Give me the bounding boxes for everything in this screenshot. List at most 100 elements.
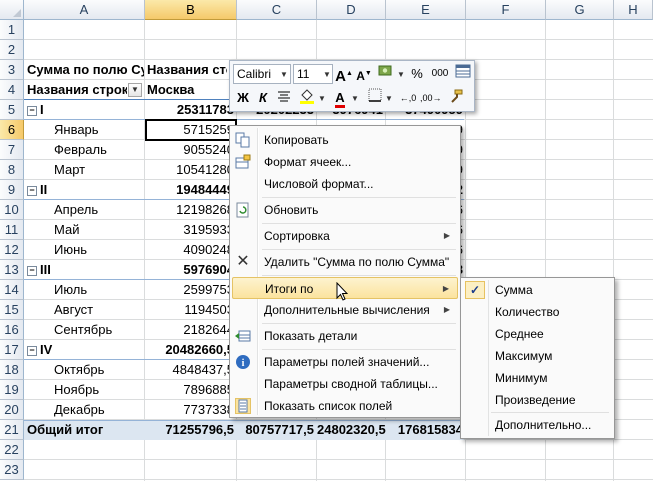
cell-b20[interactable]: 7737338	[145, 400, 237, 420]
submenu-item-more[interactable]: Дополнительно...	[463, 414, 612, 436]
grand-total-label[interactable]: Общий итог	[27, 420, 144, 440]
cell-b11[interactable]: 3195933	[145, 220, 237, 240]
cell-b14[interactable]: 2599753	[145, 280, 237, 300]
column-header-c[interactable]: C	[237, 0, 317, 20]
shrink-font-button[interactable]: A▼	[354, 64, 374, 84]
collapse-icon[interactable]: −	[27, 185, 37, 196]
cell-b13[interactable]: 5976904	[145, 260, 237, 280]
row-header[interactable]: 8	[0, 160, 24, 180]
group-row-4[interactable]: − IV	[27, 340, 144, 360]
cell-b19[interactable]: 7896885	[145, 380, 237, 400]
cell-b8[interactable]: 10541280	[145, 160, 237, 180]
month-label[interactable]: Апрель	[54, 200, 144, 220]
menu-item-value-field-settings[interactable]: i Параметры полей значений...	[232, 351, 458, 373]
cell-b16[interactable]: 2182644	[145, 320, 237, 340]
cell-b9[interactable]: 19484449	[145, 180, 237, 200]
cell-b7[interactable]: 9055240	[145, 140, 237, 160]
row-header[interactable]: 11	[0, 220, 24, 240]
chevron-down-icon[interactable]: ▼	[397, 70, 405, 79]
decrease-decimal-button[interactable]: ,00→	[420, 88, 442, 108]
menu-item-copy[interactable]: Копировать	[232, 129, 458, 151]
row-header[interactable]: 3	[0, 60, 24, 80]
row-header[interactable]: 4	[0, 80, 24, 100]
collapse-icon[interactable]: −	[27, 345, 37, 356]
row-header[interactable]: 5	[0, 100, 24, 120]
month-label[interactable]: Ноябрь	[54, 380, 144, 400]
increase-decimal-button[interactable]: ←,0	[398, 88, 418, 108]
cell-b12[interactable]: 4090248	[145, 240, 237, 260]
select-all-corner[interactable]	[0, 0, 24, 20]
month-label[interactable]: Июнь	[54, 240, 144, 260]
grow-font-button[interactable]: A▲	[334, 64, 354, 85]
row-filter-dropdown-icon[interactable]: ▼	[128, 83, 142, 97]
menu-item-refresh[interactable]: Обновить	[232, 199, 458, 221]
cell-b21[interactable]: 71255796,5	[145, 420, 237, 440]
month-label[interactable]: Июль	[54, 280, 144, 300]
column-header-a[interactable]: A	[24, 0, 145, 20]
month-label[interactable]: Октябрь	[54, 360, 144, 380]
menu-item-show-values-as[interactable]: Дополнительные вычисления ▶	[232, 299, 458, 321]
row-header[interactable]: 10	[0, 200, 24, 220]
chevron-down-icon[interactable]: ▼	[280, 70, 288, 79]
row-header[interactable]: 6	[0, 120, 24, 140]
align-center-button[interactable]	[274, 88, 294, 108]
menu-item-sort[interactable]: Сортировка ▶	[232, 225, 458, 247]
submenu-item-count[interactable]: Количество	[463, 301, 612, 323]
accounting-format-button[interactable]	[376, 64, 396, 84]
row-header[interactable]: 21	[0, 420, 24, 440]
row-header[interactable]: 12	[0, 240, 24, 260]
menu-item-format-cells[interactable]: Формат ячеек...	[232, 151, 458, 173]
column-header-f[interactable]: F	[466, 0, 546, 20]
row-header[interactable]: 23	[0, 460, 24, 480]
row-header[interactable]: 15	[0, 300, 24, 320]
chevron-down-icon[interactable]: ▼	[385, 94, 393, 103]
month-label[interactable]: Март	[54, 160, 144, 180]
row-header[interactable]: 20	[0, 400, 24, 420]
cell-c21[interactable]: 80757717,5	[237, 420, 317, 440]
borders-button[interactable]	[365, 88, 385, 108]
menu-item-show-details[interactable]: Показать детали	[232, 325, 458, 347]
row-header[interactable]: 2	[0, 40, 24, 60]
row-header[interactable]: 16	[0, 320, 24, 340]
fill-color-button[interactable]	[297, 88, 317, 108]
format-painter-button[interactable]	[446, 88, 466, 108]
collapse-icon[interactable]: −	[27, 265, 37, 276]
month-label[interactable]: Сентябрь	[54, 320, 144, 340]
pivot-values-caption[interactable]: Сумма по полю Сумма	[27, 60, 144, 80]
row-header[interactable]: 22	[0, 440, 24, 460]
row-header[interactable]: 7	[0, 140, 24, 160]
submenu-item-max[interactable]: Максимум	[463, 345, 612, 367]
format-painter-table-button[interactable]	[453, 64, 473, 84]
chevron-down-icon[interactable]: ▼	[323, 70, 331, 79]
row-header[interactable]: 14	[0, 280, 24, 300]
column-header-h[interactable]: H	[614, 0, 653, 20]
cell-b5[interactable]: 25311783	[145, 100, 237, 120]
bold-button[interactable]: Ж	[233, 88, 253, 108]
group-row-1[interactable]: − I	[27, 100, 144, 120]
row-header[interactable]: 17	[0, 340, 24, 360]
cell-e21[interactable]: 176815834	[386, 420, 466, 440]
column-header-e[interactable]: E	[386, 0, 466, 20]
active-cell-b6[interactable]	[145, 119, 237, 141]
menu-item-remove-field[interactable]: ✕ Удалить "Сумма по полю Сумма"	[232, 251, 458, 273]
cell-b10[interactable]: 12198268	[145, 200, 237, 220]
cell-d21[interactable]: 24802320,5	[317, 420, 386, 440]
pivot-columns-caption[interactable]: Названия столбцов	[147, 60, 227, 80]
column-header-b[interactable]: B	[145, 0, 237, 20]
row-header[interactable]: 19	[0, 380, 24, 400]
column-header-g[interactable]: G	[546, 0, 614, 20]
thousands-separator-button[interactable]: 000	[428, 64, 452, 84]
month-label[interactable]: Декабрь	[54, 400, 144, 420]
month-label[interactable]: Май	[54, 220, 144, 240]
percent-button[interactable]: %	[407, 64, 427, 84]
menu-item-pivot-options[interactable]: Параметры сводной таблицы...	[232, 373, 458, 395]
row-header[interactable]: 1	[0, 20, 24, 40]
menu-item-show-field-list[interactable]: Показать список полей	[232, 395, 458, 417]
chevron-down-icon[interactable]: ▼	[318, 94, 326, 103]
group-row-2[interactable]: − II	[27, 180, 144, 200]
row-header[interactable]: 18	[0, 360, 24, 380]
cell-b18[interactable]: 4848437,5	[145, 360, 237, 380]
chevron-down-icon[interactable]: ▼	[351, 94, 359, 103]
month-label[interactable]: Август	[54, 300, 144, 320]
collapse-icon[interactable]: −	[27, 105, 37, 116]
